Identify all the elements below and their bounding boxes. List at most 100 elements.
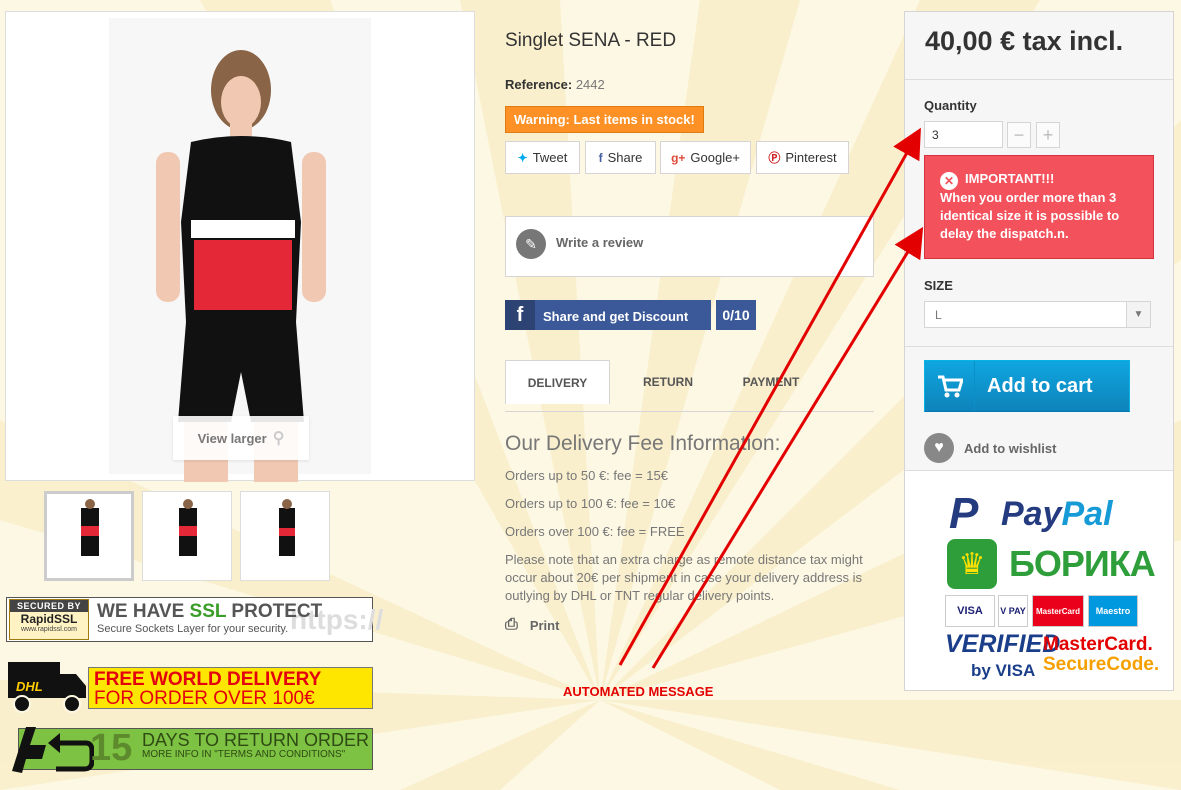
quantity-minus-button[interactable]: − (1007, 122, 1031, 148)
stock-warning-badge: Warning: Last items in stock! (505, 106, 704, 133)
printer-icon: ⎙ (505, 616, 518, 633)
delivery-line: Orders up to 50 €: fee = 15€ (505, 468, 668, 483)
verified-by-visa-sub: by VISA (971, 661, 1036, 680)
ssl-badge: SECURED BY RapidSSL www.rapidssl.com htt… (6, 597, 383, 642)
write-review-label: Write a review (556, 235, 644, 250)
share-label: Share (607, 150, 643, 165)
delivery-line-2: FOR ORDER OVER 100€ (94, 688, 315, 709)
thumb-figure (179, 499, 197, 556)
mc-securecode-a: MasterCard. (1043, 634, 1153, 655)
size-selected-value: L (935, 308, 942, 322)
seal-top: SECURED BY (10, 600, 88, 612)
mc-securecode-b: SecureCode. (1043, 654, 1160, 675)
paypal-b: Pal (1061, 495, 1113, 533)
return-arrow-icon (12, 727, 94, 773)
add-to-wishlist-link[interactable]: Add to wishlist (964, 441, 1056, 456)
product-main-image[interactable]: View larger ⚲ (5, 11, 475, 482)
size-select[interactable]: L ▼ (924, 301, 1151, 328)
thumb-figure (81, 499, 99, 556)
vpay-card-logo: V PAY (998, 595, 1028, 627)
mastercard-logo: MasterCard (1032, 595, 1084, 627)
pencil-icon: ✎ (516, 229, 546, 259)
automated-message-label: AUTOMATED MESSAGE (563, 684, 714, 699)
payment-logos: P PayPal ♛ БОРИКА VISA V PAY MasterCard … (905, 470, 1173, 690)
borica-logo: БОРИКА (1009, 543, 1156, 584)
heart-icon[interactable]: ♥ (924, 433, 954, 463)
print-link[interactable]: ⎙ Print (505, 616, 559, 634)
borica-lion-icon: ♛ (947, 539, 997, 589)
cart-glyph (937, 375, 963, 398)
important-notice: ✕ IMPORTANT!!! When you order more than … (924, 155, 1154, 259)
delivery-line: Orders up to 100 €: fee = 10€ (505, 496, 676, 511)
add-to-cart-label: Add to cart (987, 375, 1093, 397)
quantity-plus-button[interactable]: + (1036, 122, 1060, 148)
seal-mid: RapidSSL (20, 612, 78, 626)
chevron-down-icon: ▼ (1126, 302, 1150, 327)
tweet-label: Tweet (532, 150, 568, 165)
zoom-icon: ⚲ (272, 430, 285, 447)
size-label: SIZE (924, 278, 953, 293)
add-to-cart-button[interactable]: Add to cart (924, 360, 1130, 412)
return-line-1: DAYS TO RETURN ORDER (142, 730, 370, 750)
tab-delivery[interactable]: DELIVERY (505, 360, 610, 404)
paypal-icon: P (949, 489, 979, 538)
product-reference: Reference: 2442 (505, 77, 605, 92)
thumb-figure (279, 499, 295, 556)
facebook-logo-icon: f (505, 300, 535, 330)
thumbnail-1[interactable] (44, 491, 134, 581)
quantity-input[interactable] (924, 121, 1003, 148)
free-delivery-badge: DHL FREE WORLD DELIVERY FOR ORDER OVER 1… (6, 660, 373, 713)
return-badge: 15 DAYS TO RETURN ORDER MORE INFO IN "TE… (6, 723, 373, 775)
dhl-logo: DHL (16, 679, 43, 694)
twitter-icon: ✦ (517, 150, 528, 165)
important-text: When you order more than 3 identical siz… (940, 190, 1120, 241)
view-larger-button[interactable]: View larger ⚲ (173, 416, 309, 460)
seal-bot: www.rapidssl.com (20, 626, 77, 633)
delivery-line: Orders over 100 €: fee = FREE (505, 524, 685, 539)
ssl-title-a: WE HAVE (97, 601, 190, 622)
important-title: IMPORTANT!!! (965, 171, 1055, 186)
price-box: 40,00 € tax incl. (905, 12, 1173, 80)
pinterest-icon: Ⓟ (768, 151, 781, 165)
ssl-title-c: PROTECT (226, 601, 323, 622)
print-label: Print (529, 617, 560, 633)
reference-label: Reference: (505, 77, 573, 92)
tab-payment[interactable]: PAYMENT (728, 360, 814, 404)
tab-return[interactable]: RETURN (622, 360, 714, 404)
visa-card-logo: VISA (945, 595, 995, 627)
pinterest-label: Pinterest (785, 150, 837, 165)
divider (905, 346, 1173, 347)
tweet-button[interactable]: ✦ Tweet (505, 141, 580, 174)
return-line-2: MORE INFO IN "TERMS AND CONDITIONS" (142, 749, 346, 760)
return-days-number: 15 (90, 727, 133, 769)
thumbnail-2[interactable] (142, 491, 232, 581)
share-discount-button[interactable]: f Share and get Discount (505, 300, 711, 330)
share-discount-label: Share and get Discount (543, 309, 689, 324)
ssl-subtitle: Secure Sockets Layer for your security. (97, 623, 289, 635)
view-larger-label: View larger (197, 430, 267, 446)
googleplus-button[interactable]: g+ Google+ (660, 141, 751, 174)
ssl-title-b: SSL (189, 601, 227, 622)
product-title: Singlet SENA - RED (505, 30, 677, 51)
reference-value: 2442 (575, 77, 605, 92)
ssl-title: WE HAVE SSL PROTECT (97, 601, 322, 623)
googleplus-label: Google+ (690, 150, 740, 165)
delivery-note: Please note that an extra charge as remo… (505, 552, 863, 603)
thumbnail-3[interactable] (240, 491, 330, 581)
delivery-heading: Our Delivery Fee Information: (505, 432, 781, 455)
pinterest-button[interactable]: Ⓟ Pinterest (756, 141, 849, 174)
facebook-share-button[interactable]: f Share (585, 141, 656, 174)
mastercard-securecode-logo: MasterCard. SecureCode. (1043, 635, 1159, 675)
rapidssl-seal: SECURED BY RapidSSL www.rapidssl.com (9, 599, 89, 640)
facebook-icon: f (598, 150, 603, 165)
truck-icon: DHL (8, 662, 86, 713)
cart-icon (925, 361, 975, 411)
share-count: 0/10 (716, 300, 756, 330)
quantity-label: Quantity (924, 98, 977, 113)
write-review-button[interactable]: ✎ Write a review (505, 216, 874, 277)
paypal-logo: PayPal (1001, 495, 1113, 534)
close-circle-icon: ✕ (940, 172, 958, 190)
product-price: 40,00 € tax incl. (925, 26, 1124, 56)
maestro-logo: Maestro (1088, 595, 1138, 627)
paypal-a: Pay (1001, 495, 1062, 533)
